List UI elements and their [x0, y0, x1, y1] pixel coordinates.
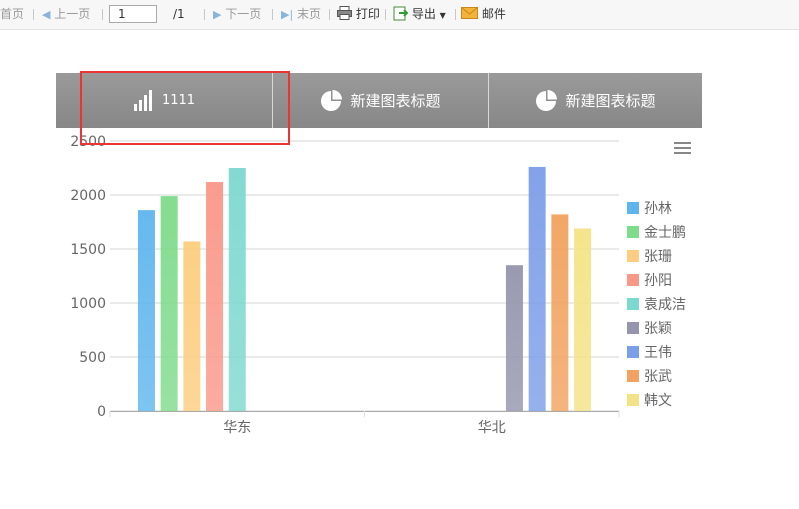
toolbar-divider: [204, 9, 205, 20]
pie-chart-icon: [536, 89, 558, 111]
print-button[interactable]: 打印: [337, 0, 380, 29]
y-axis: 05001000150020002500: [70, 134, 106, 420]
export-label: 导出: [411, 7, 436, 21]
tab-highlight-box: [80, 71, 290, 145]
toolbar-divider: [455, 9, 456, 20]
last-page-button[interactable]: ▶| 末页: [281, 0, 321, 29]
next-page-button[interactable]: ▶ 下一页: [213, 0, 261, 29]
prev-page-button[interactable]: ◀ 上一页: [42, 0, 90, 29]
legend-item[interactable]: 张武: [627, 368, 672, 386]
legend-swatch: [627, 322, 639, 334]
tab-pie-chart-2[interactable]: 新建图表标题: [489, 73, 702, 128]
bar-金士鹏[interactable]: [160, 196, 178, 411]
bar-王伟[interactable]: [528, 166, 546, 411]
tab-pie-chart-1[interactable]: 新建图表标题: [273, 73, 488, 128]
legend-item[interactable]: 王伟: [627, 344, 672, 362]
first-page-button[interactable]: 首页: [0, 0, 24, 29]
legend-item[interactable]: 金士鹏: [627, 224, 686, 242]
last-page-label: 末页: [297, 7, 322, 21]
legend-swatch: [627, 298, 639, 310]
legend-label: 张颖: [644, 321, 672, 337]
x-category-label: 华东: [223, 420, 251, 436]
toolbar-divider: [329, 9, 330, 20]
legend-swatch: [627, 226, 639, 238]
toolbar-divider: [272, 9, 273, 20]
tab-label: 新建图表标题: [350, 92, 441, 110]
legend-item[interactable]: 孙阳: [627, 272, 672, 290]
y-tick-label: 2000: [70, 188, 106, 204]
prev-page-label: 上一页: [54, 7, 91, 21]
legend-label: 韩文: [644, 393, 672, 409]
last-page-icon: ▶|: [281, 8, 294, 21]
tab-label: 新建图表标题: [565, 92, 656, 110]
bar-张颖[interactable]: [505, 265, 523, 411]
legend-label: 袁成洁: [644, 297, 686, 313]
legend-label: 孙阳: [644, 273, 672, 289]
legend-label: 王伟: [644, 345, 672, 361]
y-tick-label: 500: [79, 350, 106, 366]
bar-张武[interactable]: [551, 214, 569, 411]
page-total: /1: [173, 7, 185, 21]
legend-swatch: [627, 370, 639, 382]
chart-bars: [137, 166, 592, 411]
triangle-left-icon: ◀: [42, 8, 51, 21]
page-number-input[interactable]: [109, 5, 157, 23]
legend-item[interactable]: 张珊: [627, 248, 672, 266]
grouped-bar-chart: 05001000150020002500 华东 华北: [70, 134, 691, 436]
y-tick-label: 0: [97, 404, 106, 420]
legend-swatch: [627, 394, 639, 406]
legend-swatch: [627, 202, 639, 214]
legend-label: 张珊: [644, 249, 672, 265]
legend-item[interactable]: 袁成洁: [627, 296, 686, 314]
print-label: 打印: [355, 7, 380, 21]
mail-button[interactable]: 邮件: [461, 0, 506, 29]
x-category-label: 华北: [478, 420, 506, 436]
bar-孙林[interactable]: [137, 210, 155, 411]
report-toolbar: 首页 ◀ 上一页 /1 ▶ 下一页 ▶| 末页 打印 导出 ▼: [0, 0, 799, 30]
bar-袁成洁[interactable]: [228, 168, 246, 411]
caret-down-icon: ▼: [439, 11, 446, 20]
triangle-right-icon: ▶: [213, 8, 222, 21]
toolbar-divider: [385, 9, 386, 20]
bar-张珊[interactable]: [183, 241, 201, 411]
legend-item[interactable]: 张颖: [627, 320, 672, 338]
y-tick-label: 1500: [70, 242, 106, 258]
envelope-icon: [461, 7, 478, 19]
pie-chart-icon: [321, 89, 343, 111]
legend-item[interactable]: 孙林: [627, 200, 672, 218]
y-tick-label: 1000: [70, 296, 106, 312]
legend-label: 张武: [644, 369, 672, 385]
x-axis: 华东 华北: [109, 411, 620, 436]
printer-icon: [337, 6, 352, 20]
legend-swatch: [627, 274, 639, 286]
bar-韩文[interactable]: [574, 228, 592, 411]
toolbar-divider: [102, 9, 103, 20]
toolbar-divider: [33, 9, 34, 20]
legend-label: 孙林: [644, 201, 672, 217]
chart-menu-icon[interactable]: [674, 142, 691, 154]
legend-label: 金士鹏: [644, 225, 686, 241]
export-icon: [393, 6, 409, 21]
legend-swatch: [627, 250, 639, 262]
export-button[interactable]: 导出 ▼: [393, 0, 446, 29]
next-page-label: 下一页: [225, 7, 262, 21]
legend-item[interactable]: 韩文: [627, 392, 672, 410]
bar-孙阳[interactable]: [206, 182, 224, 411]
mail-label: 邮件: [481, 7, 506, 21]
legend-swatch: [627, 346, 639, 358]
